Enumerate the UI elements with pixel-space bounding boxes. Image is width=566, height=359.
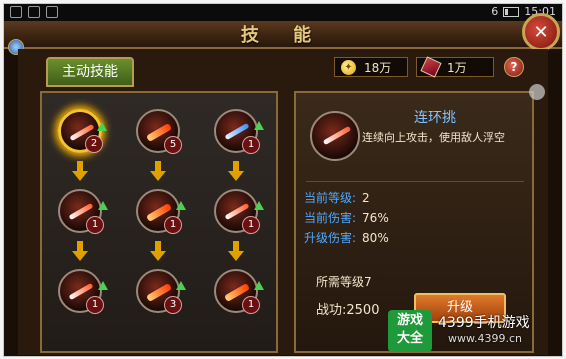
skill-level: 2	[85, 135, 103, 153]
skill-node-2[interactable]: 5	[136, 109, 182, 154]
tree-arrow-icon	[150, 241, 166, 261]
floating-menu-icon[interactable]	[529, 84, 545, 100]
tree-arrow-icon	[150, 161, 166, 181]
help-button[interactable]: ?	[504, 57, 524, 77]
scroll-currency: 1万	[416, 56, 494, 78]
upgrade-arrow-icon	[176, 281, 186, 290]
skill-node-7[interactable]: 1	[58, 269, 108, 314]
skill-level: 1	[164, 216, 182, 234]
skill-level: 3	[164, 296, 182, 314]
stat-value: 76%	[362, 211, 389, 225]
stat-upgrade-damage: 升级伤害: 80%	[304, 229, 389, 246]
stat-value: 2	[362, 191, 370, 205]
watermark-logo-line2: 大全	[396, 331, 423, 346]
battery-icon	[503, 6, 520, 17]
skill-node-4[interactable]: 1	[58, 189, 108, 234]
skill-level: 1	[242, 136, 260, 154]
skill-node-6[interactable]: 1	[214, 189, 264, 234]
window-title: 技 能	[240, 25, 326, 46]
tree-arrow-icon	[228, 241, 244, 261]
app-icon	[28, 6, 40, 18]
battery-level: 6	[491, 5, 499, 18]
skill-level: 1	[242, 216, 260, 234]
stat-label: 当前等级:	[304, 191, 357, 205]
selected-skill-icon	[310, 111, 360, 161]
skill-node-5[interactable]: 1	[136, 189, 186, 234]
stat-current-damage: 当前伤害: 76%	[304, 209, 389, 226]
gallery-icon	[46, 6, 58, 18]
skill-level: 1	[242, 296, 260, 314]
skill-node-1[interactable]: 2	[58, 109, 107, 153]
combat-power: 战功:2500	[316, 303, 380, 318]
watermark: 游戏 大全 4399手机游戏 www.4399.cn	[388, 304, 562, 356]
watermark-logo-line1: 游戏	[396, 313, 423, 328]
status-bar: 6 15:01	[4, 4, 562, 21]
skill-level: 1	[86, 216, 104, 234]
upgrade-arrow-icon	[254, 201, 264, 210]
upgrade-arrow-icon	[98, 201, 108, 210]
divider	[306, 181, 524, 182]
gold-currency: ✦ 18万	[334, 57, 408, 77]
watermark-url: www.4399.cn	[448, 332, 522, 345]
title-bar: 技 能 ✕	[4, 13, 562, 55]
upgrade-arrow-icon	[254, 281, 264, 290]
close-button[interactable]: ✕	[522, 13, 560, 51]
stat-current-level: 当前等级: 2	[304, 189, 370, 206]
upgrade-arrow-icon	[176, 201, 186, 210]
skill-level: 5	[164, 136, 182, 154]
tree-arrow-icon	[228, 161, 244, 181]
notification-icon	[10, 6, 22, 18]
stat-label: 升级伤害:	[304, 231, 357, 245]
watermark-title: 4399手机游戏	[438, 315, 530, 331]
upgrade-arrow-icon	[97, 122, 107, 131]
upgrade-arrow-icon	[98, 281, 108, 290]
scroll-amount: 1万	[447, 60, 467, 75]
tree-arrow-icon	[72, 161, 88, 181]
skill-node-9[interactable]: 1	[214, 269, 264, 314]
stat-value: 80%	[362, 231, 389, 245]
skill-level: 1	[86, 296, 104, 314]
gold-amount: 18万	[364, 60, 392, 75]
tree-arrow-icon	[72, 241, 88, 261]
upgrade-arrow-icon	[254, 121, 264, 130]
scroll-icon	[420, 56, 442, 78]
tab-active-skills[interactable]: 主动技能	[46, 57, 134, 87]
skill-node-8[interactable]: 3	[136, 269, 186, 314]
skill-description: 连续向上攻击，使用敌人浮空	[362, 131, 505, 144]
stat-label: 当前伤害:	[304, 211, 357, 225]
watermark-logo: 游戏 大全	[388, 310, 432, 352]
skill-tree-panel: 2 5 1 1 1 1 1 3 1	[40, 91, 278, 353]
game-window: 6 15:01 技 能 ✕ 主动技能 ✦ 18万 1万 ? 2 5 1 1 1 …	[3, 3, 563, 357]
slash-icon	[322, 125, 352, 146]
skill-name: 连环挑	[414, 110, 456, 126]
required-level: 所需等级7	[316, 275, 372, 289]
coin-icon: ✦	[341, 59, 356, 75]
skill-node-3[interactable]: 1	[214, 109, 264, 154]
